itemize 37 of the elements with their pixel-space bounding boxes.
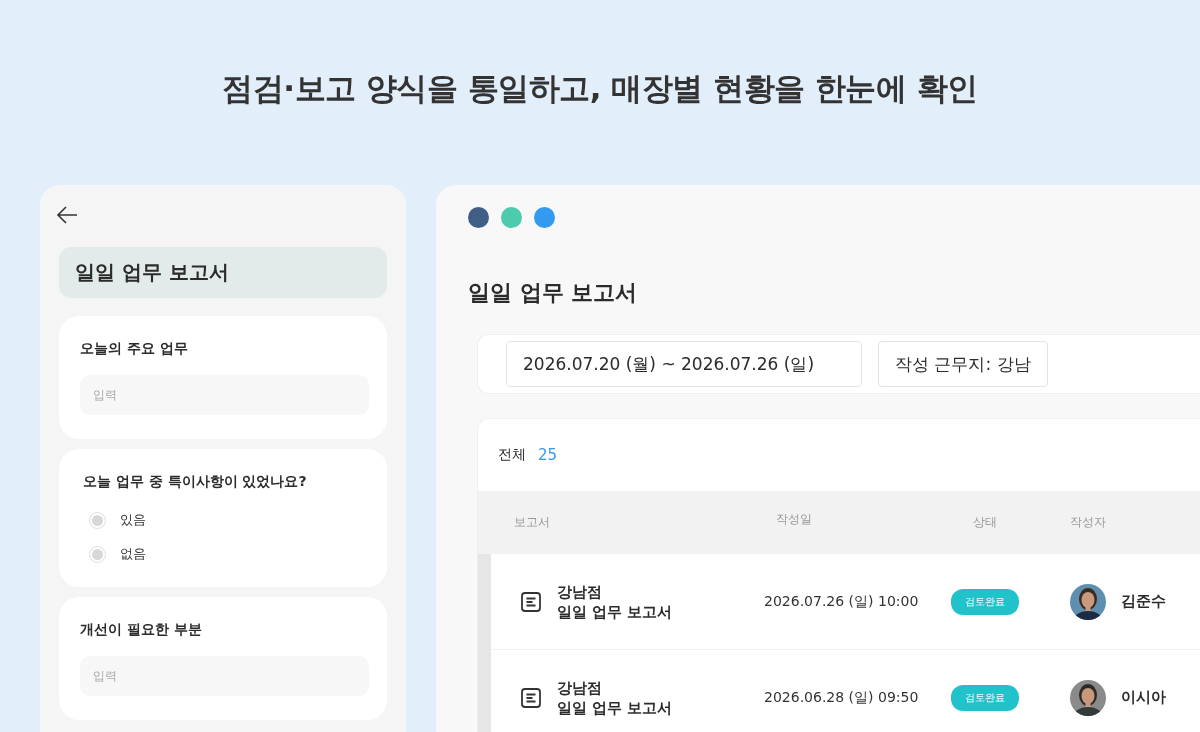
total-label: 전체 xyxy=(498,446,526,464)
column-header: 보고서 xyxy=(514,514,551,531)
option-label: 없음 xyxy=(120,545,146,563)
window-button[interactable] xyxy=(468,207,489,228)
window-button[interactable] xyxy=(534,207,555,228)
document-icon xyxy=(519,589,543,614)
input-field[interactable]: 입력 xyxy=(80,656,369,696)
question-label: 오늘의 주요 업무 xyxy=(80,340,189,358)
author-name: 이시아 xyxy=(1121,688,1166,707)
radio-button[interactable] xyxy=(89,545,106,563)
column-header: 상태 xyxy=(973,514,997,531)
column-header: 작성일 xyxy=(776,511,813,528)
question-label: 개선이 필요한 부분 xyxy=(80,621,203,639)
option-label: 있음 xyxy=(120,511,146,529)
report-name: 일일 업무 보고서 xyxy=(557,697,673,718)
date-cell-text: 2026.07.26 (일) 10:00 xyxy=(764,592,920,611)
date-range-field[interactable]: 2026.07.20 (월) ~ 2026.07.26 (일) xyxy=(506,341,862,387)
store-name: 강남점 xyxy=(557,677,603,698)
table-row[interactable]: 강남점 일일 업무 보고서 2026.06.28 (일) 09:50 검토완료 이시아 xyxy=(491,650,1200,732)
date-cell-text: 2026.06.28 (일) 09:50 xyxy=(764,688,920,707)
total-count: 25 xyxy=(538,446,558,464)
filter-button[interactable]: 작성 근무지: 강남 xyxy=(878,341,1048,387)
document-icon xyxy=(519,685,543,710)
report-name: 일일 업무 보고서 xyxy=(557,601,673,622)
status-badge: 검토완료 xyxy=(951,588,1019,615)
headline: 점검·보고 양식을 통일하고, 매장별 현황을 한눈에 확인 xyxy=(222,68,978,108)
form-title: 일일 업무 보고서 xyxy=(59,247,387,298)
column-header: 작성자 xyxy=(1070,514,1107,531)
question-label: 오늘 업무 중 특이사항이 있었나요? xyxy=(83,473,308,491)
table-row[interactable]: 강남점 일일 업무 보고서 2026.07.26 (일) 10:00 검토완료 김준수 xyxy=(491,554,1200,650)
store-name: 강남점 xyxy=(557,581,603,602)
status-badge: 검토완료 xyxy=(951,684,1019,711)
page-title: 일일 업무 보고서 xyxy=(468,279,639,307)
input-field[interactable]: 입력 xyxy=(80,375,369,415)
back-arrow-icon[interactable] xyxy=(56,205,78,225)
author-name: 김준수 xyxy=(1121,592,1166,611)
radio-button[interactable] xyxy=(89,511,106,529)
